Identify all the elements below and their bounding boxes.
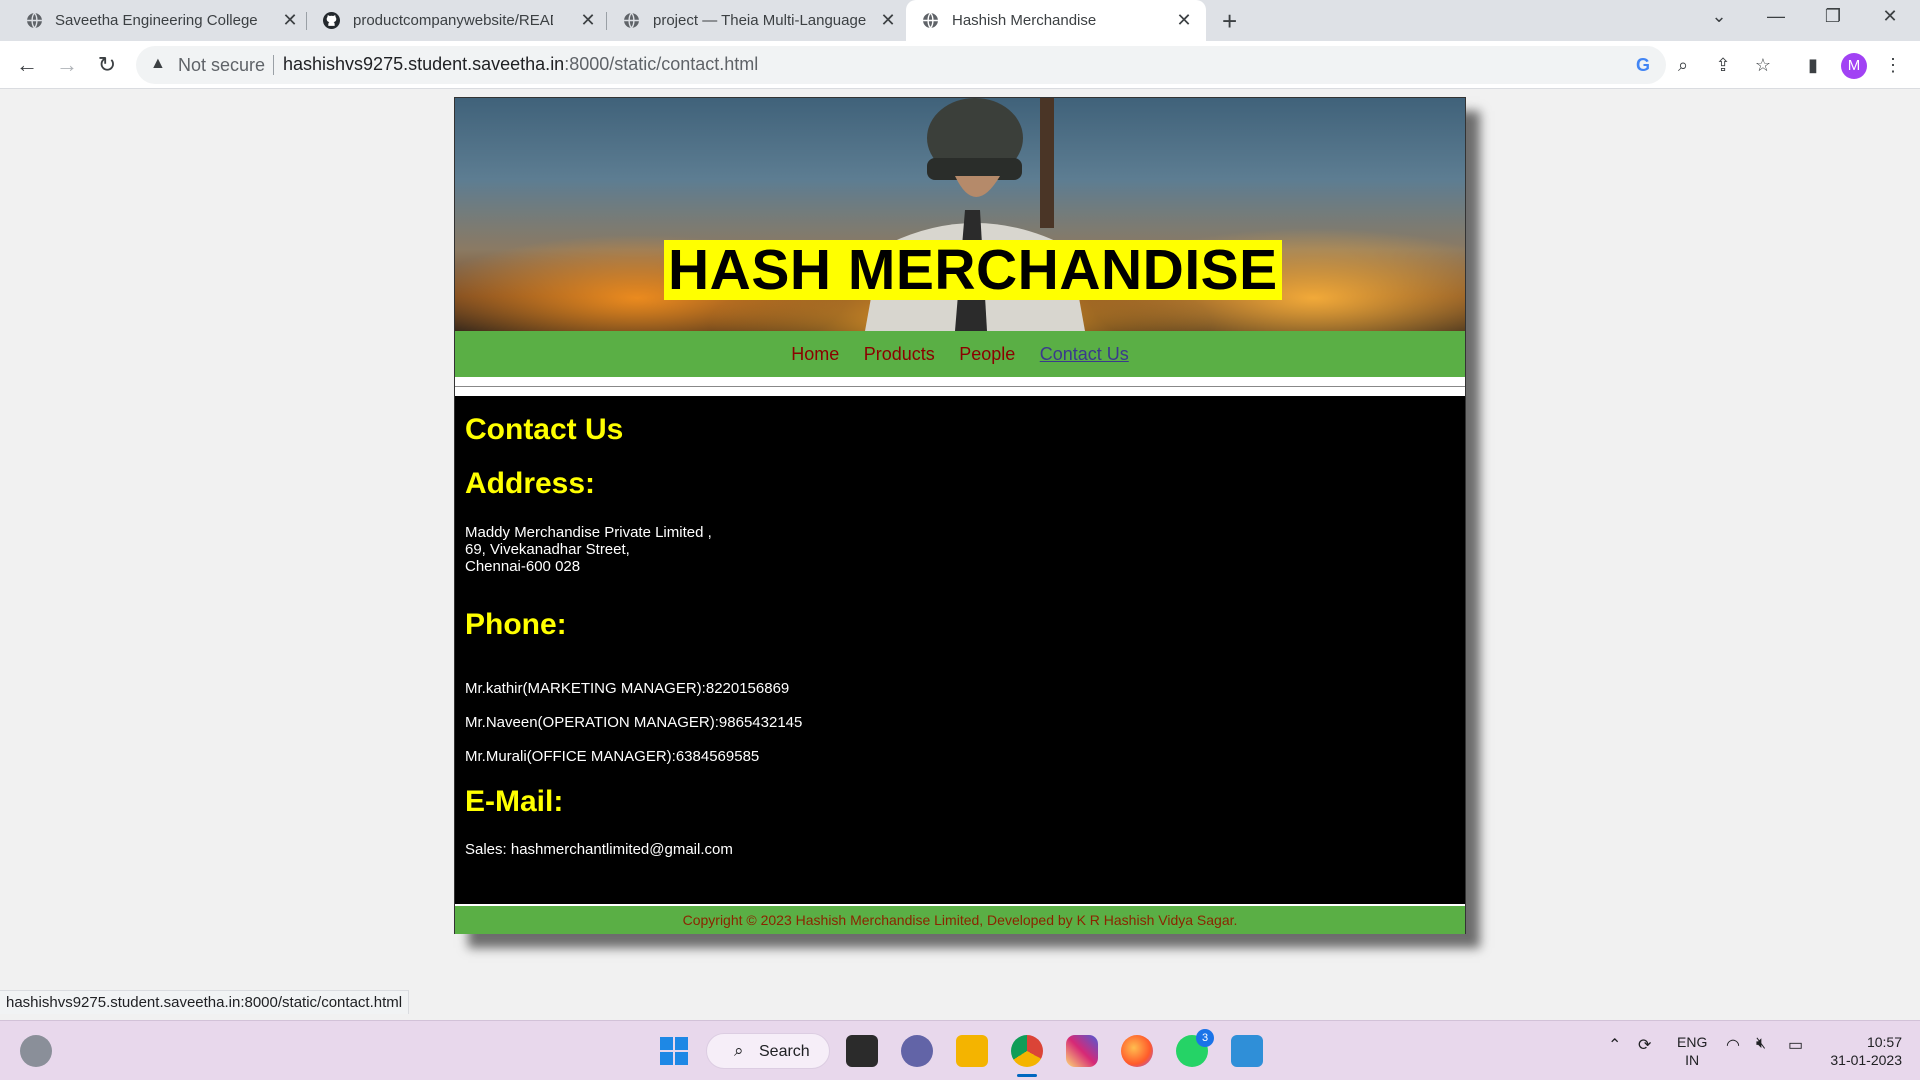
firefox-icon[interactable] [1121, 1035, 1153, 1067]
tab-title: Saveetha Engineering College [55, 12, 258, 29]
chevron-up-icon[interactable]: ⌃ [1608, 1035, 1621, 1055]
chrome-icon[interactable] [1011, 1035, 1043, 1067]
nav-products[interactable]: Products [864, 331, 935, 377]
active-app-indicator [1017, 1074, 1037, 1077]
phone-entry: Mr.Naveen(OPERATION MANAGER):9865432145 [465, 714, 803, 731]
github-icon [323, 12, 340, 29]
window-close-button[interactable]: ✕ [1875, 6, 1905, 27]
zoom-icon[interactable]: ⌕ [1670, 52, 1696, 78]
instagram-icon[interactable] [1066, 1035, 1098, 1067]
phone-entry: Mr.Murali(OFFICE MANAGER):6384569585 [465, 748, 760, 765]
close-icon[interactable]: ✕ [878, 10, 898, 30]
notification-badge: 3 [1196, 1029, 1214, 1047]
profile-avatar[interactable]: M [1841, 53, 1867, 79]
sync-icon[interactable]: ⟳ [1638, 1035, 1651, 1055]
notepad-icon[interactable] [1231, 1035, 1263, 1067]
tab-title: Hashish Merchandise [952, 12, 1097, 29]
globe-icon [27, 12, 42, 29]
main-nav: Home Products People Contact Us [455, 331, 1465, 377]
search-label: Search [759, 1043, 810, 1060]
close-icon[interactable]: ✕ [280, 10, 300, 30]
restore-button[interactable]: ❐ [1818, 6, 1848, 27]
close-icon[interactable]: ✕ [578, 10, 598, 30]
reload-button[interactable]: ↻ [94, 52, 120, 78]
url-host: hashishvs9275.student.saveetha.in [283, 54, 565, 74]
address-line: 69, Vivekanadhar Street, [465, 541, 630, 558]
search-icon: ⌕ [734, 1041, 744, 1060]
clock-date: 31-01-2023 [1830, 1052, 1902, 1068]
page-title: Contact Us [465, 413, 624, 446]
new-tab-button[interactable]: + [1222, 8, 1237, 34]
forward-button[interactable]: → [54, 52, 80, 78]
input-language[interactable]: ENG IN [1677, 1033, 1707, 1069]
email-heading: E-Mail: [465, 785, 564, 818]
share-icon[interactable]: ⇪ [1710, 52, 1736, 78]
clock-time: 10:57 [1866, 1034, 1902, 1050]
taskbar-clock[interactable]: 10:57 31-01-2023 [1826, 1033, 1902, 1069]
lang-code: ENG [1677, 1034, 1708, 1050]
tab-strip: Saveetha Engineering College ✕ productco… [0, 0, 1920, 41]
status-url-bubble: hashishvs9275.student.saveetha.in:8000/s… [0, 990, 410, 1014]
nav-people[interactable]: People [959, 331, 1015, 377]
tab-title: project — Theia Multi-Language [653, 12, 867, 29]
taskbar-search[interactable]: ⌕ Search [706, 1033, 830, 1069]
bookmark-star-icon[interactable]: ☆ [1750, 52, 1776, 78]
teams-chat-icon[interactable] [901, 1035, 933, 1067]
file-explorer-icon[interactable] [956, 1035, 988, 1067]
security-label[interactable]: Not secure [178, 55, 265, 76]
email-line: Sales: hashmerchantlimited@gmail.com [465, 841, 733, 858]
battery-icon[interactable]: ▭ [1788, 1035, 1803, 1055]
phone-entry: Mr.kathir(MARKETING MANAGER):8220156869 [465, 680, 790, 697]
tab-title: productcompanywebsite/READM [353, 12, 553, 29]
google-lens-icon[interactable]: G [1630, 52, 1656, 78]
task-view-icon[interactable] [846, 1035, 878, 1067]
windows-taskbar: ⌕ Search 3 ⌃ ⟳ ENG IN ◠ 🔇︎ ▭ 10:57 31-01… [0, 1020, 1920, 1080]
address-line: Maddy Merchandise Private Limited , [465, 524, 712, 541]
phone-heading: Phone: [465, 608, 567, 641]
globe-icon [923, 12, 938, 29]
side-panel-icon[interactable]: ▮ [1800, 52, 1826, 78]
close-icon[interactable]: ✕ [1174, 10, 1194, 30]
contact-content: Contact Us Address: Maddy Merchandise Pr… [455, 396, 1465, 904]
address-heading: Address: [465, 467, 596, 500]
tab-saveetha[interactable]: Saveetha Engineering College ✕ [0, 0, 305, 41]
nav-home[interactable]: Home [791, 331, 839, 377]
wifi-icon[interactable]: ◠ [1726, 1035, 1740, 1055]
toolbar: ← → ↻ ▲ Not secure hashishvs9275.student… [0, 41, 1920, 89]
site-title: HASH MERCHANDISE [664, 240, 1282, 300]
speaker-muted-icon[interactable]: 🔇︎ [1756, 1035, 1766, 1053]
warning-icon[interactable]: ▲ [150, 55, 166, 73]
page-viewport: HASH MERCHANDISE Home Products People Co… [0, 90, 1920, 1020]
tab-search-icon[interactable]: ⌄ [1704, 6, 1734, 27]
weather-widget-icon[interactable] [20, 1035, 52, 1067]
lang-region: IN [1685, 1052, 1700, 1068]
omnibox-separator [273, 55, 274, 75]
site-container: HASH MERCHANDISE Home Products People Co… [454, 97, 1466, 934]
windows-start-icon[interactable] [658, 1035, 690, 1067]
address-line: Chennai-600 028 [465, 558, 581, 575]
site-footer: Copyright © 2023 Hashish Merchandise Lim… [455, 906, 1465, 934]
minimize-button[interactable]: — [1761, 6, 1791, 27]
tab-theia[interactable]: project — Theia Multi-Language ✕ [605, 0, 905, 41]
back-button[interactable]: ← [14, 52, 40, 78]
url-path: :8000/static/contact.html [564, 54, 759, 74]
globe-icon [624, 12, 639, 29]
menu-kebab-icon[interactable]: ⋮ [1880, 52, 1906, 78]
header-banner: HASH MERCHANDISE [455, 98, 1465, 331]
nav-divider [455, 386, 1465, 387]
tab-hashish-merchandise[interactable]: Hashish Merchandise ✕ [906, 0, 1206, 41]
url-text[interactable]: hashishvs9275.student.saveetha.in:8000/s… [283, 54, 758, 75]
address-bar[interactable]: ▲ Not secure hashishvs9275.student.savee… [136, 46, 1666, 84]
tab-github[interactable]: productcompanywebsite/READM ✕ [305, 0, 605, 41]
nav-contact-us[interactable]: Contact Us [1040, 331, 1129, 377]
